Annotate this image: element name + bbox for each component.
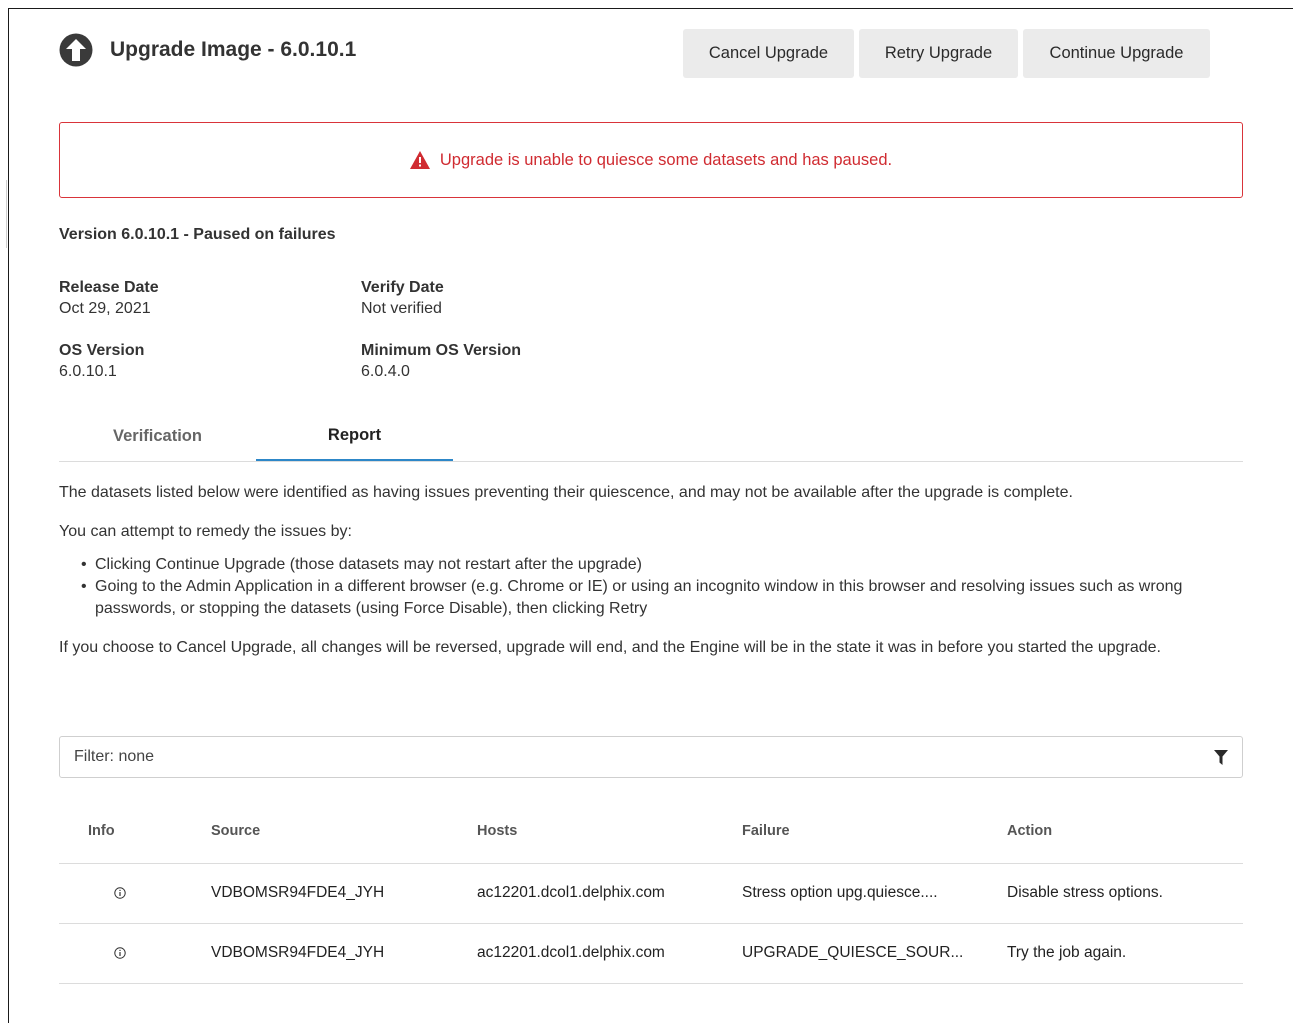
upgrade-arrow-icon [59,33,93,67]
min-os-version-field: Minimum OS Version 6.0.4.0 [361,342,521,381]
action-cell: Try the job again. [1007,944,1127,961]
os-version-label: OS Version [59,342,145,359]
page-header: Upgrade Image - 6.0.10.1 [59,30,356,70]
column-header-source[interactable]: Source [211,823,260,839]
column-header-info[interactable]: Info [88,823,115,839]
warning-icon [409,151,430,169]
column-header-failure[interactable]: Failure [742,823,790,839]
cancel-upgrade-button[interactable]: Cancel Upgrade [683,29,854,78]
alert-message: Upgrade is unable to quiesce some datase… [439,150,893,169]
cancel-note: If you choose to Cancel Upgrade, all cha… [59,639,1161,656]
filter-input[interactable]: Filter: none [59,736,1243,778]
report-description: The datasets listed below were identifie… [59,482,1249,676]
retry-upgrade-button[interactable]: Retry Upgrade [859,29,1018,78]
table-row[interactable]: VDBOMSR94FDE4_JYH ac12201.dcol1.delphix.… [59,924,1243,984]
version-status: Version 6.0.10.1 - Paused on failures [59,226,336,243]
verify-date-field: Verify Date Not verified [361,279,444,318]
release-date-label: Release Date [59,279,159,296]
filter-text: Filter: none [74,748,155,765]
source-cell: VDBOMSR94FDE4_JYH [211,884,385,901]
remedy-intro: You can attempt to remedy the issues by: [59,523,352,540]
page-title: Upgrade Image - 6.0.10.1 [110,38,357,61]
window-edge [6,180,7,248]
source-cell: VDBOMSR94FDE4_JYH [211,944,385,961]
tab-report[interactable]: Report [256,412,453,461]
hosts-cell: ac12201.dcol1.delphix.com [477,884,665,901]
table-row[interactable]: VDBOMSR94FDE4_JYH ac12201.dcol1.delphix.… [59,864,1243,924]
failures-table: Info Source Hosts Failure Action VDBOMSR… [59,802,1243,984]
upgrade-actions: Cancel Upgrade Retry Upgrade Continue Up… [683,29,1215,78]
min-os-version-label: Minimum OS Version [361,342,522,359]
info-icon[interactable] [114,947,126,959]
min-os-version-value: 6.0.4.0 [361,363,410,380]
failure-cell: UPGRADE_QUIESCE_SOUR... [742,944,964,961]
os-version-value: 6.0.10.1 [59,363,117,380]
error-alert: Upgrade is unable to quiesce some datase… [59,122,1243,198]
failure-cell: Stress option upg.quiesce.... [742,884,938,901]
release-date-value: Oct 29, 2021 [59,300,151,317]
remedy-item: Going to the Admin Application in a diff… [81,576,1249,620]
release-date-field: Release Date Oct 29, 2021 [59,279,159,318]
report-intro: The datasets listed below were identifie… [59,484,1073,501]
continue-upgrade-button[interactable]: Continue Upgrade [1023,29,1210,78]
table-header: Info Source Hosts Failure Action [59,802,1243,864]
column-header-hosts[interactable]: Hosts [477,823,517,839]
funnel-icon[interactable] [1214,750,1228,765]
info-icon[interactable] [114,887,126,899]
tab-bar: Verification Report [59,412,1243,462]
os-version-field: OS Version 6.0.10.1 [59,342,144,381]
verify-date-value: Not verified [361,300,442,317]
tab-verification[interactable]: Verification [59,412,256,461]
action-cell: Disable stress options. [1007,884,1163,901]
verify-date-label: Verify Date [361,279,444,296]
column-header-action[interactable]: Action [1007,823,1052,839]
remedy-item: Clicking Continue Upgrade (those dataset… [81,554,1249,576]
remedy-list: Clicking Continue Upgrade (those dataset… [81,554,1249,620]
hosts-cell: ac12201.dcol1.delphix.com [477,944,665,961]
